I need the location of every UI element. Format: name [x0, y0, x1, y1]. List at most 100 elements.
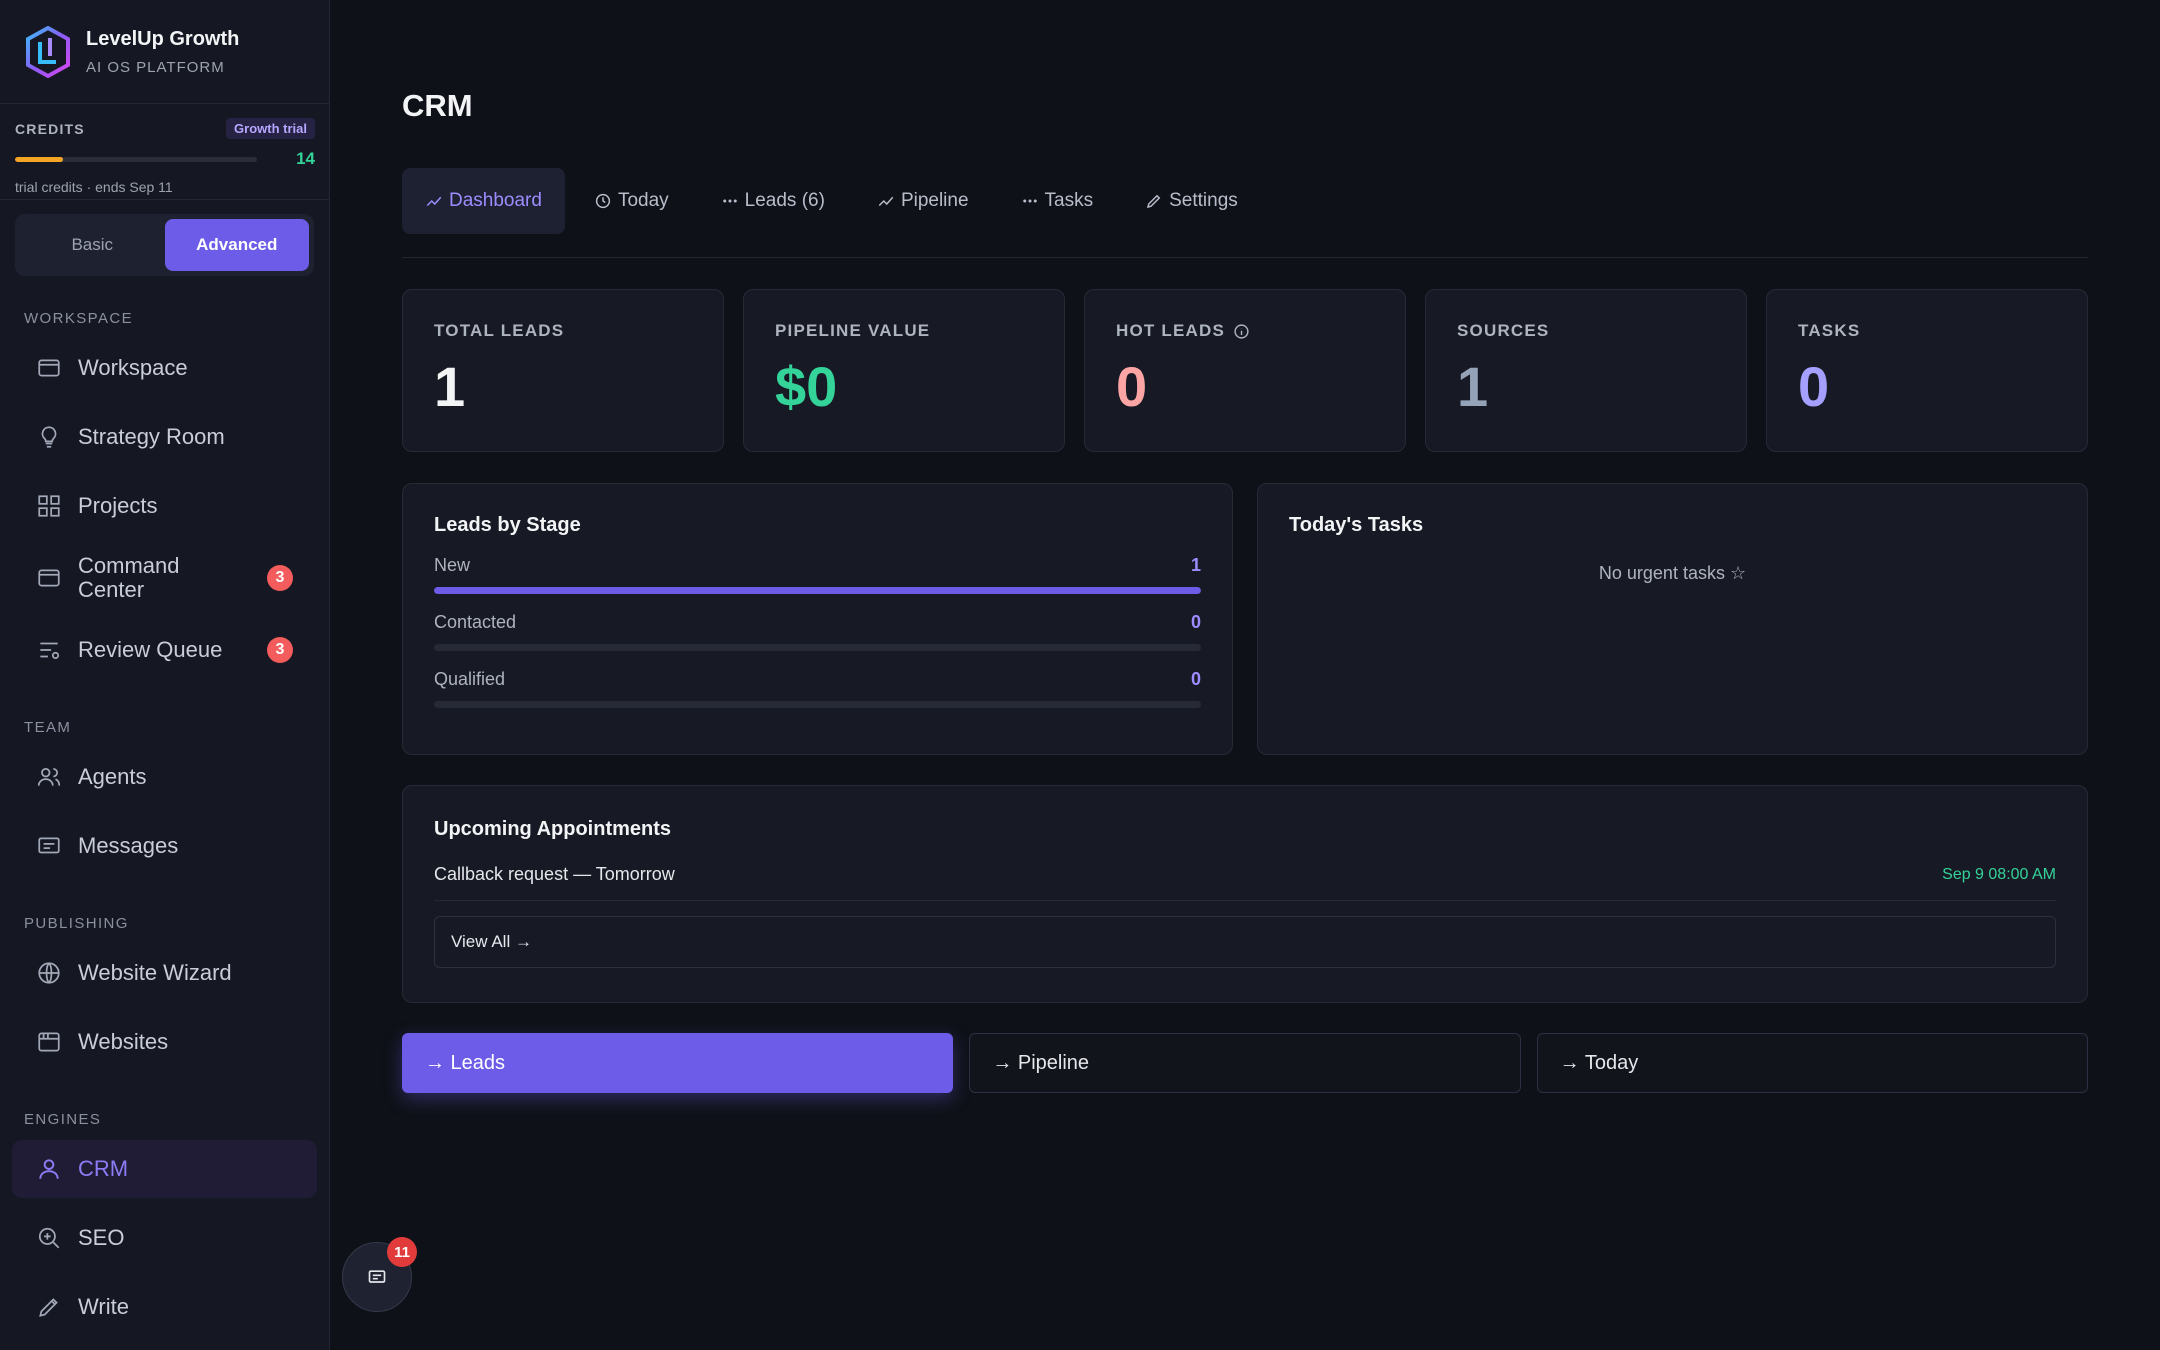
- sidebar-item-workspace[interactable]: Workspace: [12, 339, 317, 397]
- appointment-row[interactable]: Callback request — Tomorrow Sep 9 08:00 …: [434, 849, 2056, 901]
- tab-settings[interactable]: Settings: [1122, 168, 1261, 234]
- appointment-title: Callback request — Tomorrow: [434, 864, 675, 884]
- stats-row: TOTAL LEADS 1 PIPELINE VALUE $0 HOT LEAD…: [402, 289, 2088, 452]
- sidebar: LevelUp Growth AI OS PLATFORM CREDITS Gr…: [0, 0, 330, 1350]
- stage-row-qualified: Qualified 0: [434, 669, 1201, 708]
- credits-progress-fill: [15, 156, 64, 162]
- stat-card-pipeline-value: PIPELINE VALUE $0: [743, 289, 1065, 452]
- tab-label: Settings: [1169, 190, 1238, 211]
- brand[interactable]: LevelUp Growth AI OS PLATFORM: [0, 0, 329, 104]
- stage-row-new: New 1: [434, 555, 1201, 594]
- sidebar-item-label: Write: [78, 1294, 129, 1319]
- view-all-button[interactable]: View All →: [434, 916, 2056, 968]
- credits-note: trial credits · ends Sep 11: [15, 179, 173, 195]
- go-to-pipeline-button[interactable]: → Pipeline: [969, 1033, 1521, 1093]
- section-label-team: TEAM: [24, 719, 72, 736]
- tab-label: Tasks: [1044, 190, 1094, 211]
- sidebar-item-messages[interactable]: Messages: [12, 817, 317, 875]
- sidebar-item-crm[interactable]: CRM: [12, 1140, 317, 1198]
- info-icon[interactable]: [1233, 323, 1250, 340]
- panel-title: Upcoming Appointments: [434, 818, 672, 840]
- panel-title: Leads by Stage: [434, 514, 581, 536]
- stage-bar: [434, 644, 1201, 651]
- grid-icon: [38, 495, 60, 517]
- stat-value: 1: [1457, 355, 1489, 418]
- sidebar-item-label: Messages: [78, 833, 179, 858]
- credits-panel: CREDITS Growth trial 14 trial credits · …: [0, 104, 329, 200]
- sidebar-item-command-center[interactable]: Command Center 3: [12, 546, 317, 610]
- sidebar-item-agents[interactable]: Agents: [12, 748, 317, 806]
- sidebar-item-website-wizard[interactable]: Website Wizard: [12, 944, 317, 1002]
- list-filter-icon: [40, 642, 60, 659]
- message-icon: [38, 837, 60, 854]
- dots-icon: [1022, 199, 1037, 203]
- sidebar-item-label: SEO: [78, 1225, 125, 1250]
- pencil-icon: [1147, 194, 1161, 209]
- panel-title: Today's Tasks: [1289, 514, 1424, 536]
- advanced-mode-button[interactable]: Advanced: [164, 219, 309, 271]
- sidebar-item-label: Website Wizard: [78, 960, 232, 985]
- sidebar-item-review-queue[interactable]: Review Queue 3: [12, 621, 317, 679]
- leads-by-stage-panel: Leads by Stage New 1 Contacted 0 Qualifi…: [402, 483, 1233, 755]
- tab-pipeline[interactable]: Pipeline: [854, 168, 992, 234]
- tab-label: Pipeline: [900, 190, 969, 211]
- section-label-engines: ENGINES: [24, 1111, 102, 1128]
- logo-icon: [26, 25, 70, 78]
- stat-value: 1: [434, 355, 466, 418]
- dots-icon: [722, 199, 737, 203]
- stat-label: PIPELINE VALUE: [775, 321, 931, 340]
- sidebar-item-label: Agents: [78, 764, 147, 789]
- window-icon: [38, 359, 60, 377]
- page-title: CRM: [402, 88, 473, 123]
- user-icon: [39, 1159, 59, 1179]
- stage-count: 1: [1190, 555, 1201, 575]
- sidebar-item-label: Projects: [78, 493, 158, 518]
- chat-notification-badge: 11: [387, 1237, 417, 1267]
- stat-label-row: HOT LEADS: [1116, 321, 1405, 341]
- tab-today[interactable]: Today: [571, 168, 692, 234]
- sidebar-item-write[interactable]: Write: [12, 1278, 317, 1336]
- stat-card-tasks: TASKS 0: [1766, 289, 2088, 452]
- credits-progress-bar: [15, 156, 257, 162]
- trial-badge: Growth trial: [226, 118, 315, 139]
- brand-name: LevelUp Growth: [86, 27, 240, 50]
- credits-label: CREDITS: [15, 120, 85, 137]
- globe-icon: [38, 962, 60, 984]
- sidebar-item-websites[interactable]: Websites: [12, 1013, 317, 1071]
- lightbulb-icon: [41, 426, 57, 448]
- basic-mode-button[interactable]: Basic: [20, 219, 165, 271]
- stat-value: $0: [775, 355, 838, 418]
- stage-count: 0: [1190, 612, 1201, 632]
- stage-bar-fill: [434, 587, 1201, 594]
- search-plus-icon: [38, 1227, 60, 1249]
- tab-dashboard[interactable]: Dashboard: [402, 168, 565, 234]
- pencil-icon: [39, 1298, 58, 1317]
- notification-badge: 3: [267, 637, 293, 663]
- stage-count: 0: [1190, 669, 1201, 689]
- go-to-today-button[interactable]: → Today: [1536, 1033, 2088, 1093]
- stage-bar: [434, 587, 1201, 594]
- tab-leads[interactable]: Leads (6): [698, 168, 848, 234]
- sidebar-item-projects[interactable]: Projects: [12, 477, 317, 535]
- chat-button[interactable]: 11: [342, 1237, 417, 1312]
- sidebar-item-label: Workspace: [78, 355, 188, 380]
- tab-label: Leads (6): [744, 190, 825, 211]
- trend-icon: [426, 196, 442, 207]
- credits-count: 14: [296, 149, 315, 168]
- todays-tasks-panel: Today's Tasks No urgent tasks ☆: [1257, 483, 2088, 755]
- stat-card-hot-leads: HOT LEADS 0: [1084, 289, 1406, 452]
- sidebar-item-label: Strategy Room: [78, 424, 225, 449]
- stat-card-sources: SOURCES 1: [1425, 289, 1747, 452]
- trend-icon: [878, 196, 894, 207]
- sidebar-item-seo[interactable]: SEO: [12, 1209, 317, 1267]
- empty-tasks-message: No urgent tasks ☆: [1598, 563, 1747, 583]
- sidebar-item-strategy-room[interactable]: Strategy Room: [12, 408, 317, 466]
- clock-icon: [595, 193, 611, 209]
- stat-card-total-leads: TOTAL LEADS 1: [402, 289, 724, 452]
- upcoming-appointments-panel: Upcoming Appointments Callback request —…: [402, 785, 2088, 1003]
- stat-label: SOURCES: [1457, 321, 1550, 340]
- tab-tasks[interactable]: Tasks: [998, 168, 1117, 234]
- go-to-leads-button[interactable]: → Leads: [402, 1033, 954, 1093]
- tab-label: Today: [617, 190, 669, 211]
- users-icon: [37, 768, 61, 786]
